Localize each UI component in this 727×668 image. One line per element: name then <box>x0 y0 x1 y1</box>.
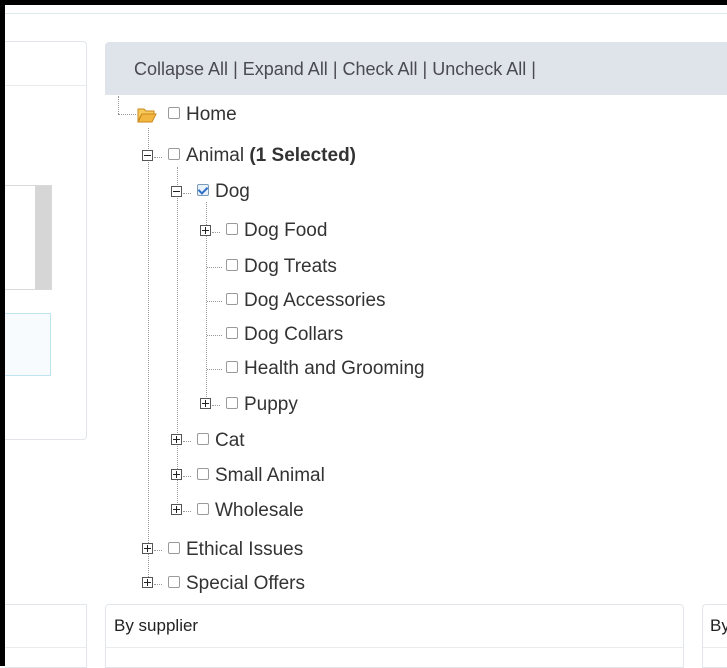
expand-icon[interactable] <box>142 577 153 588</box>
tree-node-dog-collars[interactable]: Dog Collars <box>226 324 343 346</box>
expand-icon[interactable] <box>200 225 211 236</box>
checkbox-icon[interactable] <box>168 542 180 555</box>
tree-connector <box>148 128 149 585</box>
tree-connector <box>183 193 191 194</box>
checkbox-icon[interactable] <box>226 223 238 236</box>
tree-node-label: Dog Collars <box>244 324 344 345</box>
tree-node-puppy[interactable]: Puppy <box>226 394 298 416</box>
expand-icon[interactable] <box>200 398 211 409</box>
tree-connector <box>207 301 222 302</box>
tree-node-label: Dog <box>215 181 250 202</box>
collapse-icon[interactable] <box>171 186 182 197</box>
tree-node-label: Ethical Issues <box>186 539 304 560</box>
tree-node-dog-accessories[interactable]: Dog Accessories <box>226 290 386 312</box>
tree-connector <box>212 232 220 233</box>
uncheck-all-link[interactable]: Uncheck All <box>432 59 526 79</box>
checkbox-icon[interactable] <box>168 576 180 589</box>
collapse-icon[interactable] <box>142 150 153 161</box>
by-supplier-heading: By supplier <box>106 605 683 648</box>
tree-connector <box>118 114 136 115</box>
expand-icon[interactable] <box>171 504 182 515</box>
toolbar-separator: | <box>332 59 338 79</box>
tree-node-label: Small Animal <box>215 465 325 486</box>
tree-node-ethical-issues[interactable]: Ethical Issues <box>168 539 303 561</box>
tree-node-special-offers[interactable]: Special Offers <box>168 573 305 595</box>
tree-node-health-grooming[interactable]: Health and Grooming <box>226 358 425 380</box>
toolbar-separator: | <box>422 59 428 79</box>
expand-icon[interactable] <box>171 469 182 480</box>
left-panel <box>5 41 87 440</box>
tree-node-wholesale[interactable]: Wholesale <box>197 500 304 522</box>
checkbox-icon[interactable] <box>226 293 238 306</box>
tree-connector <box>154 584 162 585</box>
header-divider <box>5 13 727 14</box>
checkbox-icon[interactable] <box>168 148 180 161</box>
tree-node-label: Puppy <box>244 394 298 415</box>
tree-connector <box>212 405 220 406</box>
tree-node-dog[interactable]: Dog <box>197 181 250 203</box>
tree-node-label: Wholesale <box>215 500 304 521</box>
listbox-scrollbar[interactable] <box>35 186 51 289</box>
bottom-left-panel <box>5 604 87 668</box>
selection-count: (1 Selected) <box>249 145 357 166</box>
tree-node-label: Home <box>186 104 237 125</box>
tree-node-label: Special Offers <box>186 573 305 594</box>
folder-open-icon <box>137 108 157 123</box>
checkbox-icon[interactable] <box>226 397 238 410</box>
checkbox-icon[interactable] <box>226 259 238 272</box>
tree-node-dog-food[interactable]: Dog Food <box>226 220 327 242</box>
check-all-link[interactable]: Check All <box>343 59 418 79</box>
checkbox-icon[interactable] <box>197 184 209 197</box>
right-panel: By <box>702 604 727 668</box>
tree-connector <box>183 441 191 442</box>
right-panel-heading: By <box>703 605 727 648</box>
tree-node-animal[interactable]: Animal (1 Selected) <box>168 145 356 167</box>
checkbox-icon[interactable] <box>226 327 238 340</box>
by-supplier-panel: By supplier <box>105 604 684 668</box>
tree-connector <box>118 96 119 114</box>
checkbox-icon[interactable] <box>226 361 238 374</box>
tree-node-dog-treats[interactable]: Dog Treats <box>226 256 337 278</box>
left-listbox[interactable] <box>5 185 52 290</box>
tree-connector <box>154 550 162 551</box>
tree-connector <box>177 167 178 511</box>
checkbox-icon[interactable] <box>197 468 209 481</box>
left-text-input[interactable] <box>5 313 51 376</box>
tree-connector <box>207 267 222 268</box>
toolbar-separator: | <box>531 59 536 79</box>
checkbox-icon[interactable] <box>197 433 209 446</box>
expand-icon[interactable] <box>171 434 182 445</box>
expand-icon[interactable] <box>142 543 153 554</box>
tree-node-cat[interactable]: Cat <box>197 430 245 452</box>
tree-connector <box>183 511 191 512</box>
tree-connector <box>154 157 162 158</box>
window-frame-top <box>0 0 727 5</box>
checkbox-icon[interactable] <box>168 107 180 120</box>
tree-connector <box>207 369 222 370</box>
tree-node-label: Dog Treats <box>244 256 337 277</box>
tree-node-home[interactable]: Home <box>168 104 237 126</box>
tree-node-label: Animal <box>186 145 245 166</box>
tree-node-label: Cat <box>215 430 245 451</box>
tree-toolbar: Collapse All | Expand All | Check All | Unchec… <box>105 42 727 95</box>
tree-node-small-animal[interactable]: Small Animal <box>197 465 325 487</box>
toolbar-separator: | <box>233 59 238 79</box>
bottom-left-panel-header <box>5 605 86 648</box>
expand-all-link[interactable]: Expand All <box>243 59 328 79</box>
tree-node-label: Dog Food <box>244 220 328 241</box>
checkbox-icon[interactable] <box>197 503 209 516</box>
tree-connector <box>183 476 191 477</box>
tree-node-label: Dog Accessories <box>244 290 386 311</box>
tree-node-label: Health and Grooming <box>244 358 425 379</box>
tree-connector <box>207 335 222 336</box>
collapse-all-link[interactable]: Collapse All <box>134 59 228 79</box>
left-panel-header <box>5 42 86 86</box>
